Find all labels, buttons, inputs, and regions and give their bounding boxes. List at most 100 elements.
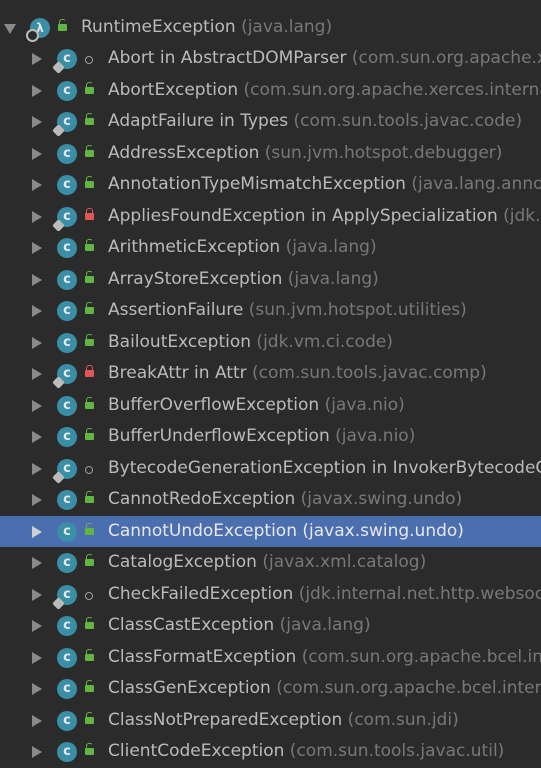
tree-row[interactable]: c BailoutException (jdk.vm.ci.code) bbox=[0, 327, 541, 359]
tree-row[interactable]: c CheckFailedException (jdk.internal.net.… bbox=[0, 579, 541, 611]
package-label: (jdk.vm.ci.code) bbox=[251, 331, 393, 352]
tree-row[interactable]: c CannotRedoException (javax.swing.undo) bbox=[0, 484, 541, 516]
class-name-label: AdaptFailure in Types bbox=[108, 111, 289, 131]
tree-row[interactable]: c ClassFormatException (com.sun.org.apach… bbox=[0, 642, 541, 674]
tree-row[interactable]: c ArrayStoreException (java.lang) bbox=[0, 264, 541, 296]
chevron-right-icon[interactable] bbox=[32, 431, 42, 443]
package-label: (javax.swing.undo) bbox=[295, 489, 463, 509]
tree-row[interactable]: c Abort in AbstractDOMParser (com.sun.org… bbox=[0, 43, 541, 75]
class-name-label: AssertionFailure bbox=[108, 300, 244, 320]
tree-row[interactable]: c BreakAttr in Attr (com.sun.tools.javac.… bbox=[0, 358, 541, 390]
chevron-right-icon[interactable] bbox=[32, 53, 42, 65]
chevron-right-icon[interactable] bbox=[32, 305, 42, 317]
chevron-right-icon[interactable] bbox=[32, 494, 42, 506]
class-name-label: AnnotationTypeMismatchException bbox=[108, 174, 406, 194]
package-label: (javax.xml.catalog) bbox=[256, 552, 427, 572]
class-name-label: BreakAttr in Attr bbox=[108, 363, 247, 383]
static-class-icon: c bbox=[52, 584, 77, 610]
package-label: (java.nio) bbox=[319, 394, 405, 415]
tree-row[interactable]: c CatalogException (javax.xml.catalog) bbox=[0, 547, 541, 579]
chevron-right-icon[interactable] bbox=[32, 179, 42, 191]
tree-row[interactable]: c AnnotationTypeMismatchException (java.l… bbox=[0, 169, 541, 201]
chevron-right-icon[interactable] bbox=[32, 242, 42, 254]
chevron-down-icon[interactable] bbox=[4, 23, 16, 34]
class-name-label: CannotUndoException bbox=[108, 520, 297, 541]
package-label: (com.sun.jdi) bbox=[342, 709, 459, 730]
chevron-right-icon[interactable] bbox=[32, 683, 42, 695]
class-name-label: BufferOverflowException bbox=[108, 394, 320, 415]
tree-row[interactable]: c ClassCastException (java.lang) bbox=[0, 610, 541, 642]
public-visibility-icon bbox=[85, 144, 94, 157]
chevron-right-icon[interactable] bbox=[32, 84, 42, 97]
lambda-class-icon: λ bbox=[26, 17, 50, 42]
package-label: (sun.jvm.hotspot.utilities) bbox=[243, 300, 467, 320]
chevron-right-icon[interactable] bbox=[32, 116, 42, 128]
static-marker-icon bbox=[52, 218, 65, 232]
chevron-right-icon[interactable] bbox=[32, 462, 42, 475]
chevron-right-icon[interactable] bbox=[32, 399, 42, 412]
class-icon: c bbox=[57, 238, 77, 258]
chevron-right-icon[interactable] bbox=[32, 525, 42, 538]
tree-row[interactable]: c BufferUnderflowException (java.nio) bbox=[0, 421, 541, 453]
package-label: (jdk.internal.net.http.websocket) bbox=[298, 583, 541, 604]
tree-root-row[interactable]: λ RuntimeException (java.lang) bbox=[0, 12, 541, 44]
chevron-right-icon[interactable] bbox=[32, 557, 42, 569]
chevron-right-icon[interactable] bbox=[32, 147, 42, 160]
tree-row[interactable]: c CannotUndoException (javax.swing.undo) bbox=[0, 515, 541, 547]
class-icon: c bbox=[57, 553, 77, 573]
public-visibility-icon bbox=[85, 554, 94, 566]
static-marker-icon bbox=[52, 470, 65, 484]
tree-row[interactable]: c AbortException (com.sun.org.apache.xerc… bbox=[0, 75, 541, 107]
private-visibility-icon bbox=[85, 365, 94, 377]
tree-row[interactable]: c ClassNotPreparedException (com.sun.jdi) bbox=[0, 705, 541, 737]
static-class-icon: c bbox=[52, 49, 77, 74]
public-visibility-icon bbox=[85, 113, 94, 125]
public-visibility-icon bbox=[85, 176, 94, 188]
chevron-right-icon[interactable] bbox=[32, 620, 42, 632]
public-visibility-icon bbox=[85, 743, 94, 755]
class-icon: c bbox=[57, 427, 77, 447]
chevron-right-icon[interactable] bbox=[32, 273, 42, 286]
tree-row[interactable]: c AddressException (sun.jvm.hotspot.debug… bbox=[0, 138, 541, 170]
package-label: (com.sun.org.apache.bcel.internal.generi… bbox=[276, 678, 541, 698]
class-name-label: CheckFailedException bbox=[108, 583, 294, 604]
class-name-label: BailoutException bbox=[108, 331, 252, 352]
public-visibility-icon bbox=[85, 239, 94, 251]
private-visibility-icon bbox=[85, 207, 94, 220]
class-name-label: ArrayStoreException bbox=[108, 268, 283, 289]
class-icon: c bbox=[57, 80, 77, 101]
chevron-right-icon[interactable] bbox=[32, 368, 42, 380]
tree-row[interactable]: c BufferOverflowException (java.nio) bbox=[0, 390, 541, 422]
public-visibility-icon bbox=[85, 522, 94, 535]
chevron-right-icon[interactable] bbox=[32, 714, 42, 727]
static-marker-icon bbox=[52, 596, 65, 610]
class-hierarchy-tree: λ RuntimeException (java.lang) c Abort in… bbox=[0, 0, 541, 768]
chevron-right-icon[interactable] bbox=[32, 746, 42, 758]
chevron-right-icon[interactable] bbox=[32, 336, 42, 349]
package-label: (sun.jvm.hotspot.debugger) bbox=[259, 142, 503, 163]
package-label: (java.lang) bbox=[274, 615, 371, 635]
package-label: (com.sun.org.apache.bcel.internal.classf… bbox=[301, 646, 541, 667]
class-icon: c bbox=[57, 679, 77, 699]
public-visibility-icon bbox=[85, 648, 94, 661]
class-icon: c bbox=[57, 521, 77, 542]
tree-row[interactable]: c ClassGenException (com.sun.org.apache.b… bbox=[0, 673, 541, 705]
tree-row[interactable]: c ClientCodeException (com.sun.tools.java… bbox=[0, 736, 541, 768]
class-name-label: AppliesFoundException in ApplySpecializa… bbox=[108, 205, 498, 226]
chevron-right-icon[interactable] bbox=[32, 651, 42, 664]
public-visibility-icon bbox=[85, 680, 94, 692]
static-class-icon: c bbox=[52, 112, 77, 137]
class-icon: c bbox=[57, 395, 77, 416]
chevron-right-icon[interactable] bbox=[32, 210, 42, 223]
tree-row[interactable]: c AppliesFoundException in ApplySpecializ… bbox=[0, 201, 541, 233]
tree-row[interactable]: c ArithmeticException (java.lang) bbox=[0, 232, 541, 264]
class-name-label: AddressException bbox=[108, 142, 260, 163]
tree-row[interactable]: c BytecodeGenerationException in InvokerB… bbox=[0, 453, 541, 485]
package-label: (com.sun.org.apache.xerces.internal.pars… bbox=[351, 48, 541, 68]
tree-row[interactable]: c AssertionFailure (sun.jvm.hotspot.utili… bbox=[0, 295, 541, 327]
chevron-right-icon[interactable] bbox=[32, 588, 42, 601]
static-class-icon: c bbox=[52, 458, 77, 484]
class-icon: c bbox=[57, 616, 77, 636]
tree-row[interactable]: c AdaptFailure in Types (com.sun.tools.ja… bbox=[0, 106, 541, 138]
package-visibility-icon bbox=[85, 56, 93, 64]
